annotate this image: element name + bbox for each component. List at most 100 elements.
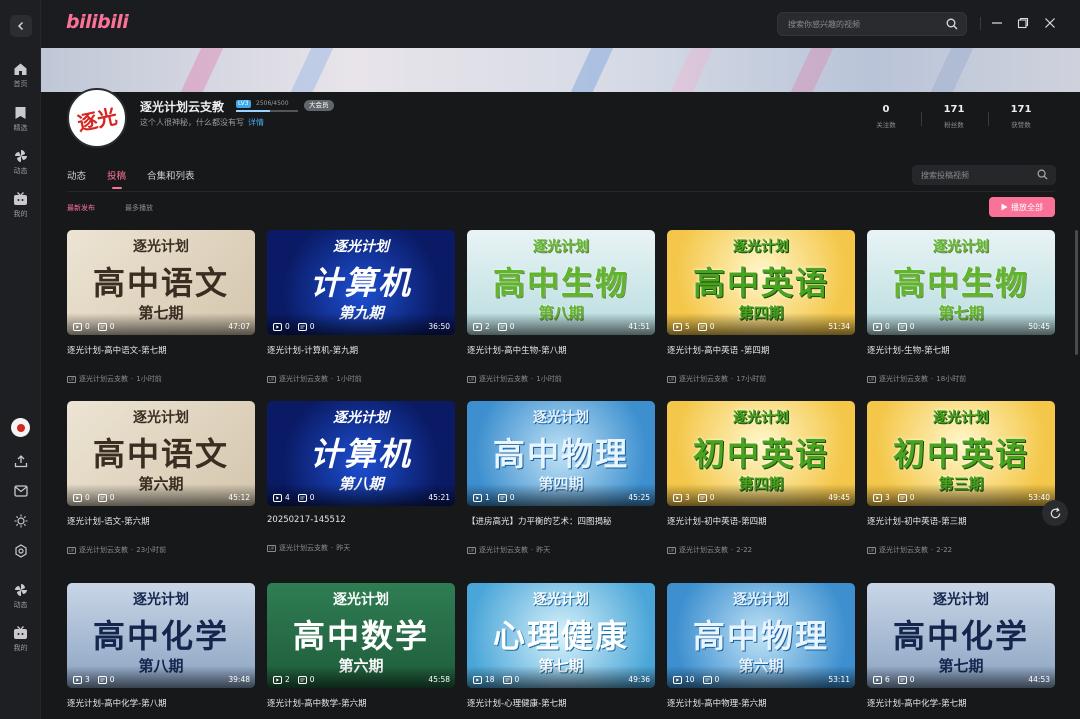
video-thumbnail[interactable]: 逐光计划高中生物第七期0050:45 (867, 230, 1055, 335)
sidebar-item-featured[interactable]: 精选 (0, 106, 41, 133)
video-search-input[interactable] (921, 168, 1031, 182)
vip-badge[interactable]: 大会员 (304, 100, 334, 111)
video-thumbnail[interactable]: 逐光计划高中物理第四期1045:25 (467, 401, 655, 506)
bio-details-link[interactable]: 详情 (248, 118, 264, 127)
sort-latest[interactable]: 最新发布 (67, 203, 95, 213)
video-thumbnail[interactable]: 逐光计划高中数学第六期2045:58 (267, 583, 455, 688)
play-all-button[interactable]: 播放全部 (989, 197, 1055, 217)
video-thumbnail[interactable]: 逐光计划高中化学第八期3039:48 (67, 583, 255, 688)
settings-button[interactable] (12, 542, 29, 559)
video-card[interactable]: 逐光计划初中英语第三期3053:40逐光计划-初中英语-第三期UP逐光计划云支教… (867, 401, 1055, 555)
video-thumbnail[interactable]: 逐光计划高中物理第六期10053:11 (667, 583, 855, 688)
global-search[interactable] (777, 12, 967, 36)
minimize-button[interactable] (989, 15, 1005, 31)
uploader-name[interactable]: 逐光计划云支教 (479, 545, 528, 555)
sidebar-item-mine[interactable]: 我的 (0, 192, 41, 219)
danmaku-icon (897, 493, 907, 502)
video-card[interactable]: 逐光计划计算机第八期4045:2120250217-145512UP逐光计划云支… (267, 401, 455, 553)
theme-button[interactable] (12, 512, 29, 529)
video-thumbnail[interactable]: 逐光计划高中英语第四期5051:34 (667, 230, 855, 335)
video-card[interactable]: 逐光计划高中语文第七期0047:07逐光计划-高中语文-第七期UP逐光计划云支教… (67, 230, 255, 384)
profile-avatar[interactable]: 逐光 (67, 88, 127, 148)
bilibili-logo[interactable]: bilibili (66, 11, 129, 33)
danmaku-count: 0 (709, 322, 715, 331)
video-search[interactable] (912, 165, 1056, 185)
video-stats: 00 (73, 493, 115, 502)
video-card[interactable]: 逐光计划高中生物第八期2041:51逐光计划-高中生物-第八期UP逐光计划云支教… (467, 230, 655, 384)
user-avatar[interactable] (11, 418, 30, 437)
video-card[interactable]: 逐光计划高中英语第四期5051:34逐光计划-高中英语 -第四期UP逐光计划云支… (667, 230, 855, 384)
video-thumbnail[interactable]: 逐光计划计算机第八期4045:21 (267, 401, 455, 506)
play-count-icon (473, 675, 482, 684)
top-bar: bilibili (41, 0, 1080, 48)
video-thumbnail[interactable]: 逐光计划心理健康第七期18049:36 (467, 583, 655, 688)
video-title[interactable]: 逐光计划-生物-第七期 (867, 344, 1055, 356)
sidebar-item-label: 精选 (13, 124, 28, 132)
uploader-name[interactable]: 逐光计划云支教 (679, 374, 728, 384)
stat-followers[interactable]: 171 粉丝数 (924, 104, 984, 129)
uploader-name[interactable]: 逐光计划云支教 (679, 545, 728, 555)
video-thumbnail[interactable]: 逐光计划高中语文第七期0047:07 (67, 230, 255, 335)
search-input[interactable] (788, 17, 938, 32)
video-thumbnail[interactable]: 逐光计划高中化学第七期6044:53 (867, 583, 1055, 688)
close-button[interactable] (1042, 15, 1058, 31)
video-thumbnail[interactable]: 逐光计划初中英语第三期3053:40 (867, 401, 1055, 506)
uploader-name[interactable]: 逐光计划云支教 (479, 374, 528, 384)
video-title[interactable]: 逐光计划-计算机-第九期 (267, 344, 455, 356)
upload-button[interactable] (12, 452, 29, 469)
video-title[interactable]: 逐光计划-高中化学-第八期 (67, 697, 255, 709)
sort-most-played[interactable]: 最多播放 (125, 203, 153, 213)
thumb-program-text: 逐光计划 (533, 592, 589, 608)
video-title[interactable]: 逐光计划-初中英语-第四期 (667, 515, 855, 527)
video-thumbnail[interactable]: 逐光计划初中英语第四期3049:45 (667, 401, 855, 506)
video-title[interactable]: 逐光计划-高中英语 -第四期 (667, 344, 855, 356)
video-card[interactable]: 逐光计划初中英语第四期3049:45逐光计划-初中英语-第四期UP逐光计划云支教… (667, 401, 855, 555)
separator-dot: · (931, 546, 934, 554)
video-card[interactable]: 逐光计划高中数学第六期2045:58 逐光计划-高中数学-第六期 (267, 583, 455, 709)
stat-following[interactable]: 0 关注数 (856, 104, 916, 129)
video-title[interactable]: 逐光计划-高中物理-第六期 (667, 697, 855, 709)
messages-button[interactable] (12, 482, 29, 499)
tab-collections[interactable]: 合集和列表 (147, 168, 195, 182)
tab-dynamic[interactable]: 动态 (67, 168, 86, 182)
video-card[interactable]: 逐光计划计算机第九期0036:50逐光计划-计算机-第九期UP逐光计划云支教·1… (267, 230, 455, 384)
video-card[interactable]: 逐光计划高中物理第六期10053:11 逐光计划-高中物理-第六期 (667, 583, 855, 709)
video-thumbnail[interactable]: 逐光计划计算机第九期0036:50 (267, 230, 455, 335)
video-title[interactable]: 逐光计划-高中生物-第八期 (467, 344, 655, 356)
stat-likes[interactable]: 171 获赞数 (991, 104, 1051, 129)
sidebar-item-home[interactable]: 首页 (0, 62, 41, 89)
video-title[interactable]: 逐光计划-语文-第六期 (67, 515, 255, 527)
video-card[interactable]: 逐光计划高中语文第六期0045:12逐光计划-语文-第六期UP逐光计划云支教·2… (67, 401, 255, 555)
video-title[interactable]: 20250217-145512 (267, 515, 455, 525)
uploader-name[interactable]: 逐光计划云支教 (879, 374, 928, 384)
sidebar-item-dynamic[interactable]: 动态 (0, 149, 41, 176)
video-title[interactable]: 【进房高光】力平衡的艺术：四图揭秘 (467, 515, 655, 527)
tab-uploads[interactable]: 投稿 (107, 168, 126, 189)
video-card[interactable]: 逐光计划高中化学第七期6044:53 逐光计划-高中化学-第七期 (867, 583, 1055, 709)
video-thumbnail[interactable]: 逐光计划高中生物第八期2041:51 (467, 230, 655, 335)
uploader-name[interactable]: 逐光计划云支教 (279, 374, 328, 384)
video-title[interactable]: 逐光计划-初中英语-第三期 (867, 515, 1055, 527)
video-title[interactable]: 逐光计划-心理健康-第七期 (467, 697, 655, 709)
uploader-name[interactable]: 逐光计划云支教 (279, 543, 328, 553)
uploader-name[interactable]: 逐光计划云支教 (879, 545, 928, 555)
video-title[interactable]: 逐光计划-高中语文-第七期 (67, 344, 255, 356)
uploader-icon: UP (467, 546, 476, 554)
back-button[interactable] (10, 15, 32, 37)
restore-button[interactable] (1015, 15, 1031, 31)
video-card[interactable]: 逐光计划高中物理第四期1045:25 【进房高光】力平衡的艺术：四图揭秘 UP逐光计… (467, 401, 655, 555)
sidebar-item-mine-bottom[interactable]: 我的 (0, 626, 41, 653)
upload-time: 昨天 (336, 544, 351, 552)
play-count: 0 (85, 493, 90, 502)
refresh-button[interactable] (1042, 500, 1068, 526)
video-card[interactable]: 逐光计划高中生物第七期0050:45逐光计划-生物-第七期UP逐光计划云支教·1… (867, 230, 1055, 384)
uploader-name[interactable]: 逐光计划云支教 (79, 374, 128, 384)
video-card[interactable]: 逐光计划高中化学第八期3039:48 逐光计划-高中化学-第八期 (67, 583, 255, 709)
video-card[interactable]: 逐光计划心理健康第七期18049:36 逐光计划-心理健康-第七期 (467, 583, 655, 709)
scrollbar[interactable] (1075, 230, 1078, 355)
uploader-name[interactable]: 逐光计划云支教 (79, 545, 128, 555)
sidebar-item-dynamic-bottom[interactable]: 动态 (0, 583, 41, 610)
video-title[interactable]: 逐光计划-高中化学-第七期 (867, 697, 1055, 709)
video-title[interactable]: 逐光计划-高中数学-第六期 (267, 697, 455, 709)
video-thumbnail[interactable]: 逐光计划高中语文第六期0045:12 (67, 401, 255, 506)
